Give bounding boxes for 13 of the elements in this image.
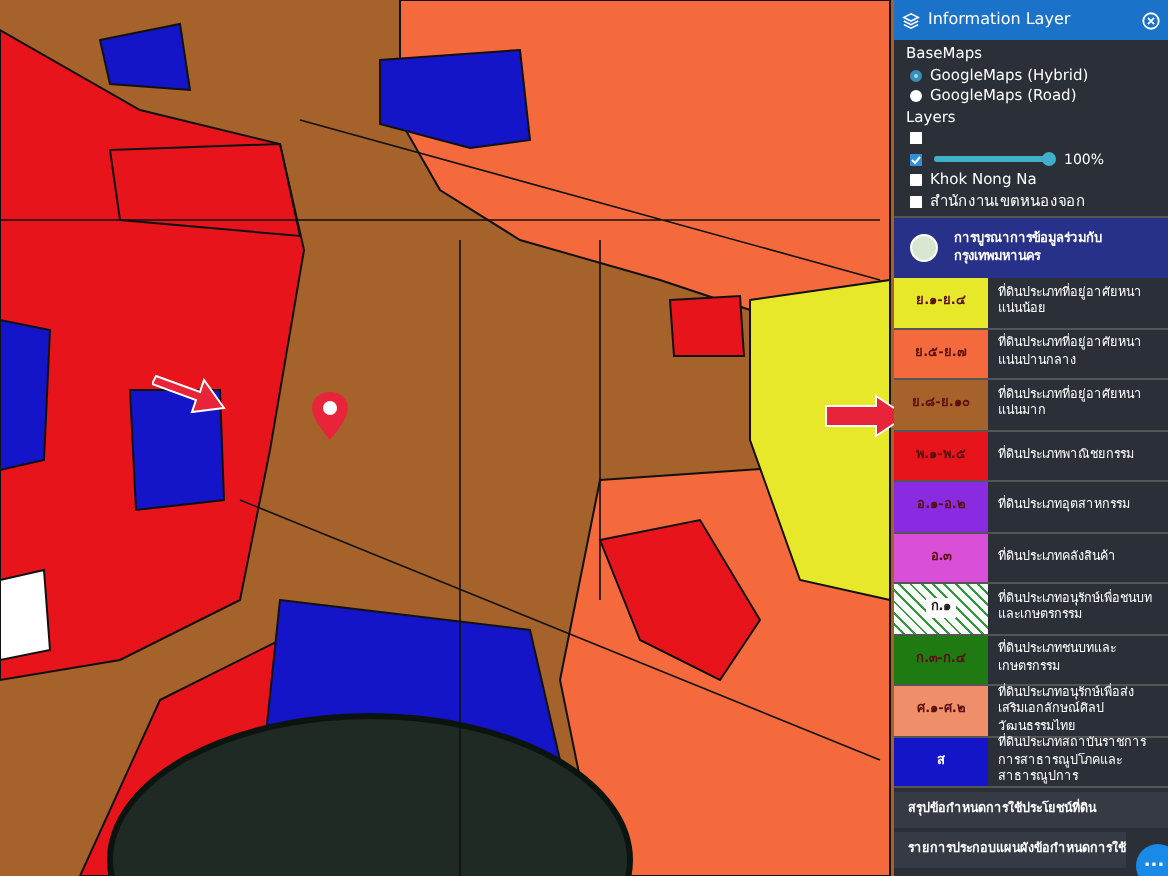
checkbox[interactable]	[910, 174, 922, 187]
radio-button[interactable]	[910, 90, 922, 103]
checkbox[interactable]	[910, 153, 922, 166]
close-icon[interactable]	[1142, 11, 1160, 29]
panel-title: Information Layer	[928, 8, 1073, 32]
logo-icon	[910, 234, 938, 262]
checkbox[interactable]	[910, 195, 922, 208]
more-button[interactable]: ...	[1136, 844, 1168, 876]
layers-icon	[902, 11, 920, 29]
opacity-slider[interactable]	[934, 156, 1050, 163]
map-pin-icon[interactable]	[312, 392, 348, 440]
checkbox[interactable]	[910, 132, 922, 145]
radio-button[interactable]	[910, 69, 922, 82]
